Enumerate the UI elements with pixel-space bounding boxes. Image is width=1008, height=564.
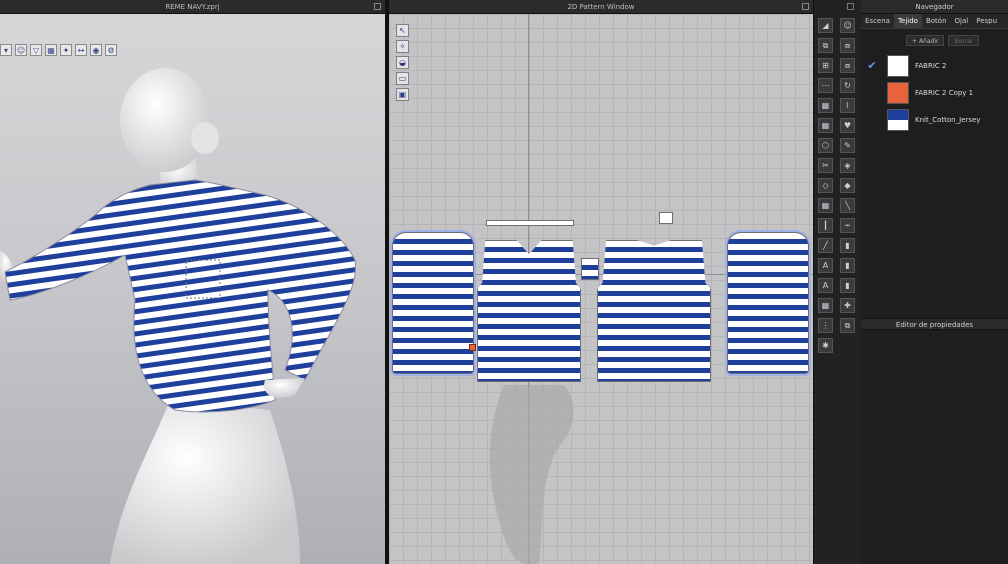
text-icon[interactable]: A — [818, 258, 833, 273]
tool-strip: ◢ ⧉ ⊞ ⋯ ▦ ▦ ⬡ ✂ ◇ ▦ ┃ ╱ A A ▦ ⋮ ✱ ☺ ⧈ ⧈ … — [813, 0, 861, 564]
fabric-item[interactable]: ✔ FABRIC 2 — [861, 52, 1008, 79]
2d-pattern-window[interactable]: 2D Pattern Window ↖ ✧ ◒ ▭ ▣ — [389, 0, 813, 564]
navigator-panel: Navegador Escena Tejido Botón Ojal Pespu… — [847, 0, 1008, 564]
pattern-piece-right-sleeve[interactable] — [727, 232, 809, 374]
ruler-icon[interactable]: ┃ — [818, 218, 833, 233]
fabric-name: FABRIC 2 — [915, 61, 947, 70]
property-editor-title: Editor de propiedades — [895, 321, 974, 329]
fabric-item[interactable]: Knit_Cotton_Jersey — [861, 106, 1008, 133]
add-fabric-button[interactable]: + Añadir — [906, 35, 945, 46]
tab-tejido[interactable]: Tejido — [893, 14, 922, 28]
grid-icon[interactable]: ▦ — [818, 298, 833, 313]
dart-icon[interactable]: ◇ — [818, 178, 833, 193]
bar-icon[interactable]: ▮ — [840, 278, 855, 293]
fabric-swatch — [887, 81, 909, 104]
selected-check-icon: ✔ — [867, 59, 877, 72]
chart-icon[interactable]: ⌇ — [840, 98, 855, 113]
stack-icon[interactable]: ⧈ — [840, 38, 855, 53]
text-icon[interactable]: A — [818, 278, 833, 293]
navigator-tabs: Escena Tejido Botón Ojal Pespu — [861, 14, 1008, 29]
layers-icon[interactable]: ⧉ — [840, 318, 855, 333]
fabric-tool-icon[interactable]: ◢ — [818, 18, 833, 33]
fabric-name: FABRIC 2 Copy 1 — [915, 88, 974, 97]
pattern-piece-pocket[interactable] — [581, 258, 599, 280]
fabric-name: Knit_Cotton_Jersey — [915, 115, 981, 124]
pattern-piece-collar[interactable] — [486, 220, 574, 226]
fabric-actions: + Añadir Borrar — [861, 29, 1008, 52]
pin-marker[interactable] — [469, 344, 476, 351]
navigator-title: Navegador — [915, 3, 954, 11]
fabric-swatch — [887, 54, 909, 77]
scissors-icon[interactable]: ✂ — [818, 158, 833, 173]
pattern-piece-front[interactable] — [477, 240, 581, 382]
tab-boton[interactable]: Botón — [922, 14, 951, 28]
grid-icon[interactable]: ▦ — [818, 198, 833, 213]
zipper-icon[interactable]: ⋮ — [818, 318, 833, 333]
heart-icon[interactable]: ♥ — [840, 118, 855, 133]
clo3d-app: REME NAVY.zprj ▾ ☺ ▽ ▦ ✦ ↔ ◉ ⚙ 2D Patter… — [0, 0, 1008, 564]
avatar-render[interactable] — [0, 0, 385, 564]
avatar-tool-icon[interactable]: ☺ — [840, 18, 855, 33]
grid-icon[interactable]: ▦ — [818, 118, 833, 133]
rotate-icon[interactable]: ↻ — [840, 78, 855, 93]
add-fabric-label: Añadir — [918, 38, 939, 45]
polygon-icon[interactable]: ⬡ — [818, 138, 833, 153]
line-icon[interactable]: ╱ — [818, 238, 833, 253]
stack-icon[interactable]: ⧈ — [840, 58, 855, 73]
fabric-swatch — [887, 108, 909, 131]
dash-icon[interactable]: ┅ — [840, 218, 855, 233]
delete-fabric-button[interactable]: Borrar — [948, 35, 980, 46]
tab-escena[interactable]: Escena — [861, 14, 894, 28]
arrange-icon[interactable]: ⊞ — [818, 58, 833, 73]
pattern-piece-back[interactable] — [597, 240, 711, 382]
puzzle-icon[interactable]: ✚ — [840, 298, 855, 313]
bar-icon[interactable]: ▮ — [840, 258, 855, 273]
bug-icon[interactable]: ✱ — [818, 338, 833, 353]
sewing-icon[interactable]: ⋯ — [818, 78, 833, 93]
tab-pespunte[interactable]: Pespu — [972, 14, 1001, 28]
pattern-piece-left-sleeve[interactable] — [392, 232, 474, 374]
fabric-item[interactable]: FABRIC 2 Copy 1 — [861, 79, 1008, 106]
3d-view-window[interactable]: REME NAVY.zprj ▾ ☺ ▽ ▦ ✦ ↔ ◉ ⚙ — [0, 0, 385, 564]
shield-icon[interactable]: ◈ — [840, 158, 855, 173]
pattern-piece-label[interactable] — [659, 212, 673, 224]
delete-fabric-label: Borrar — [954, 38, 974, 45]
tab-ojal[interactable]: Ojal — [951, 14, 973, 28]
copy-icon[interactable]: ⧉ — [818, 38, 833, 53]
grid-icon[interactable]: ▦ — [818, 98, 833, 113]
bar-icon[interactable]: ▮ — [840, 238, 855, 253]
diamond-icon[interactable]: ◆ — [840, 178, 855, 193]
property-editor-header: Editor de propiedades — [861, 318, 1008, 330]
undock-icon[interactable] — [847, 3, 854, 10]
navigator-header: Navegador — [847, 0, 1008, 14]
needle-icon[interactable]: ╲ — [840, 198, 855, 213]
edit-icon[interactable]: ✎ — [840, 138, 855, 153]
